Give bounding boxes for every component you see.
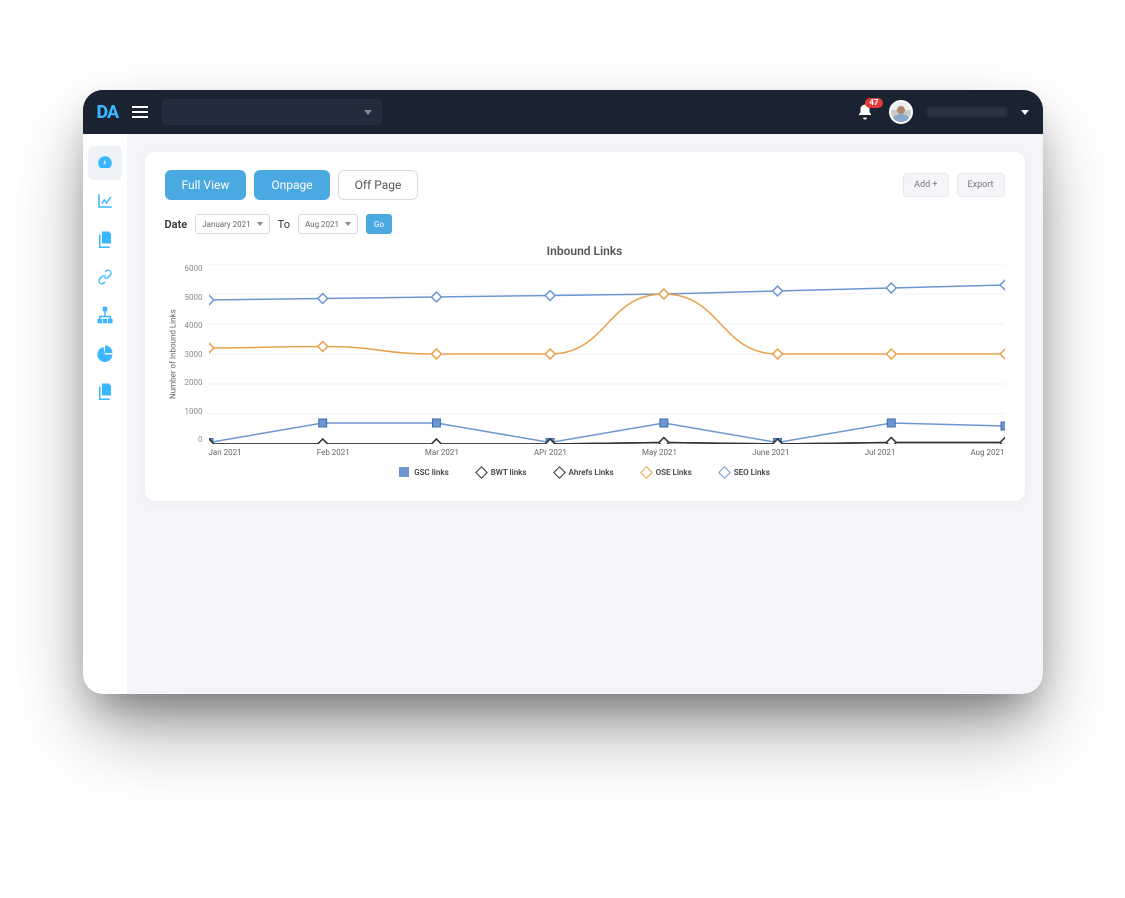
date-from-value: January 2021 xyxy=(202,220,250,229)
y-axis-ticks: 6000500040003000200010000 xyxy=(181,264,209,444)
sidebar-item-links[interactable] xyxy=(88,260,122,294)
documents-icon xyxy=(96,230,114,248)
brand-logo: DA xyxy=(97,102,119,123)
chevron-down-icon xyxy=(345,222,351,226)
legend-item[interactable]: BWT links xyxy=(477,467,527,477)
sidebar-item-sitemap[interactable] xyxy=(88,298,122,332)
legend-item[interactable]: GSC links xyxy=(399,467,449,477)
sidebar xyxy=(83,134,127,694)
sidebar-item-dashboard[interactable] xyxy=(88,146,122,180)
tab-onpage[interactable]: Onpage xyxy=(254,170,329,200)
sidebar-item-files[interactable] xyxy=(88,374,122,408)
date-to-value: Aug 2021 xyxy=(305,220,339,229)
sidebar-item-breakdown[interactable] xyxy=(88,336,122,370)
app-body: Full View Onpage Off Page Add + Export D… xyxy=(83,134,1043,694)
link-icon xyxy=(96,268,114,286)
chart-plot-area xyxy=(209,264,1005,444)
line-chart-icon xyxy=(96,192,114,210)
tab-full-view[interactable]: Full View xyxy=(165,170,247,200)
date-label: Date xyxy=(165,218,188,231)
date-from-select[interactable]: January 2021 xyxy=(195,214,269,234)
sidebar-item-analytics[interactable] xyxy=(88,184,122,218)
legend-item[interactable]: Ahrefs Links xyxy=(555,467,614,477)
inbound-links-card: Full View Onpage Off Page Add + Export D… xyxy=(145,152,1025,501)
sidebar-item-reports[interactable] xyxy=(88,222,122,256)
menu-toggle-icon[interactable] xyxy=(132,106,148,118)
chevron-down-icon xyxy=(257,222,263,226)
documents-icon xyxy=(96,382,114,400)
add-button[interactable]: Add + xyxy=(903,173,948,197)
username-label xyxy=(927,107,1007,117)
y-axis-label: Number of Inbound Links xyxy=(165,264,181,444)
legend-item[interactable]: OSE Links xyxy=(642,467,692,477)
main-area: Full View Onpage Off Page Add + Export D… xyxy=(127,134,1043,694)
notification-badge: 47 xyxy=(865,98,882,108)
pie-chart-icon xyxy=(96,344,114,362)
date-filter-row: Date January 2021 To Aug 2021 Go xyxy=(165,214,1005,234)
chevron-down-icon xyxy=(364,110,372,115)
workspace-select[interactable] xyxy=(162,99,382,125)
sitemap-icon xyxy=(96,306,114,324)
legend-item[interactable]: SEO Links xyxy=(720,467,770,477)
topbar: DA 47 xyxy=(83,90,1043,134)
chart-title: Inbound Links xyxy=(165,244,1005,258)
notifications-button[interactable]: 47 xyxy=(855,102,875,122)
app-window: DA 47 xyxy=(83,90,1043,694)
chart-legend: GSC links BWT links Ahrefs Links OSE Links S… xyxy=(165,467,1005,477)
date-to-select[interactable]: Aug 2021 xyxy=(298,214,358,234)
tab-offpage[interactable]: Off Page xyxy=(338,170,419,200)
chevron-down-icon[interactable] xyxy=(1021,110,1029,115)
gauge-icon xyxy=(96,154,114,172)
go-button[interactable]: Go xyxy=(366,214,392,234)
chart: Number of Inbound Links 6000500040003000… xyxy=(165,264,1005,444)
avatar[interactable] xyxy=(889,100,913,124)
export-button[interactable]: Export xyxy=(957,173,1005,197)
date-to-label: To xyxy=(278,218,290,231)
tabs-row: Full View Onpage Off Page Add + Export xyxy=(165,170,1005,200)
x-axis-ticks: Jan 2021Feb 2021Mar 2021APr 2021May 2021… xyxy=(165,444,1005,457)
